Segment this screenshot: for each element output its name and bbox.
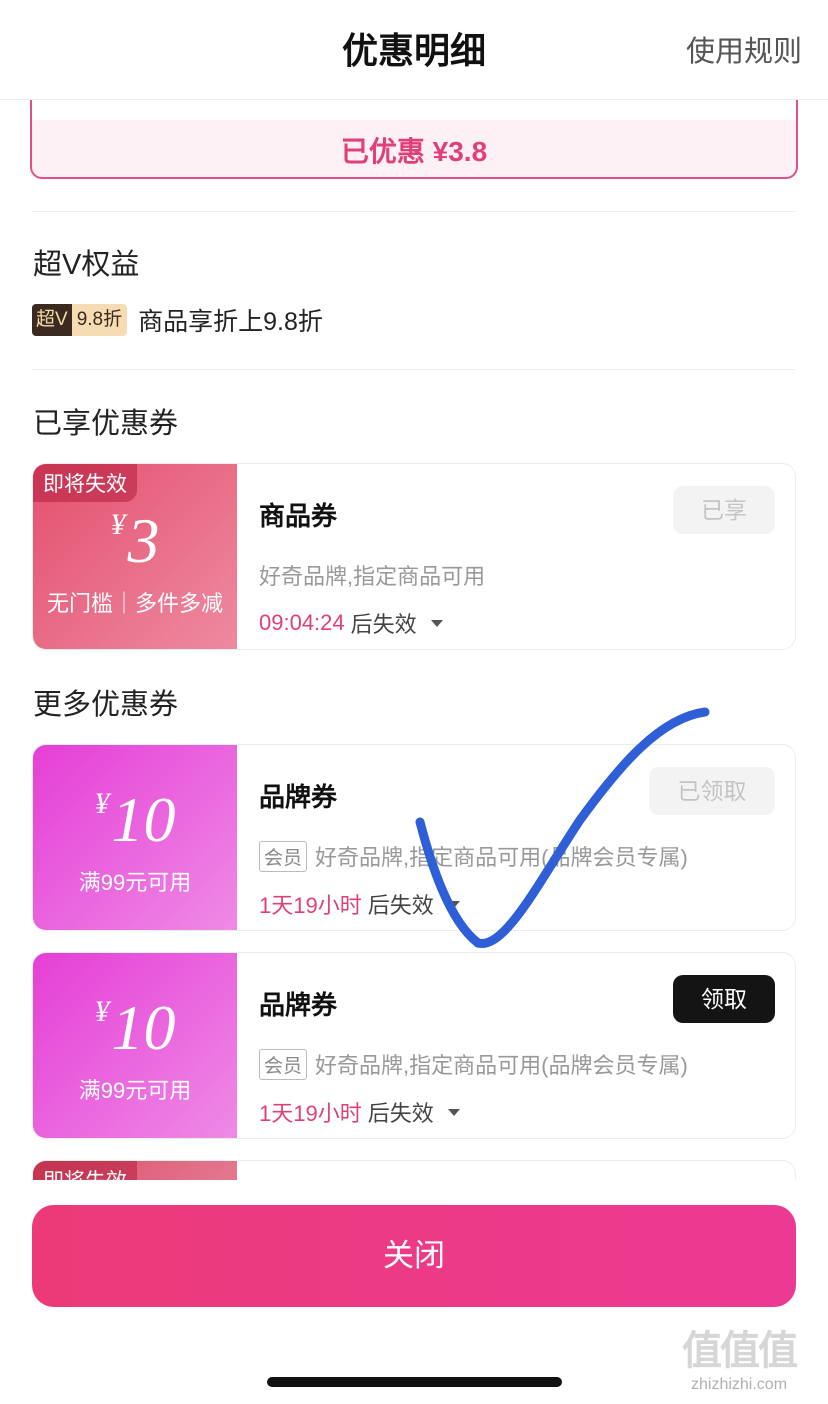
hand-drawn-checkmark-icon	[415, 707, 710, 948]
checkmark-stroke	[415, 707, 710, 948]
